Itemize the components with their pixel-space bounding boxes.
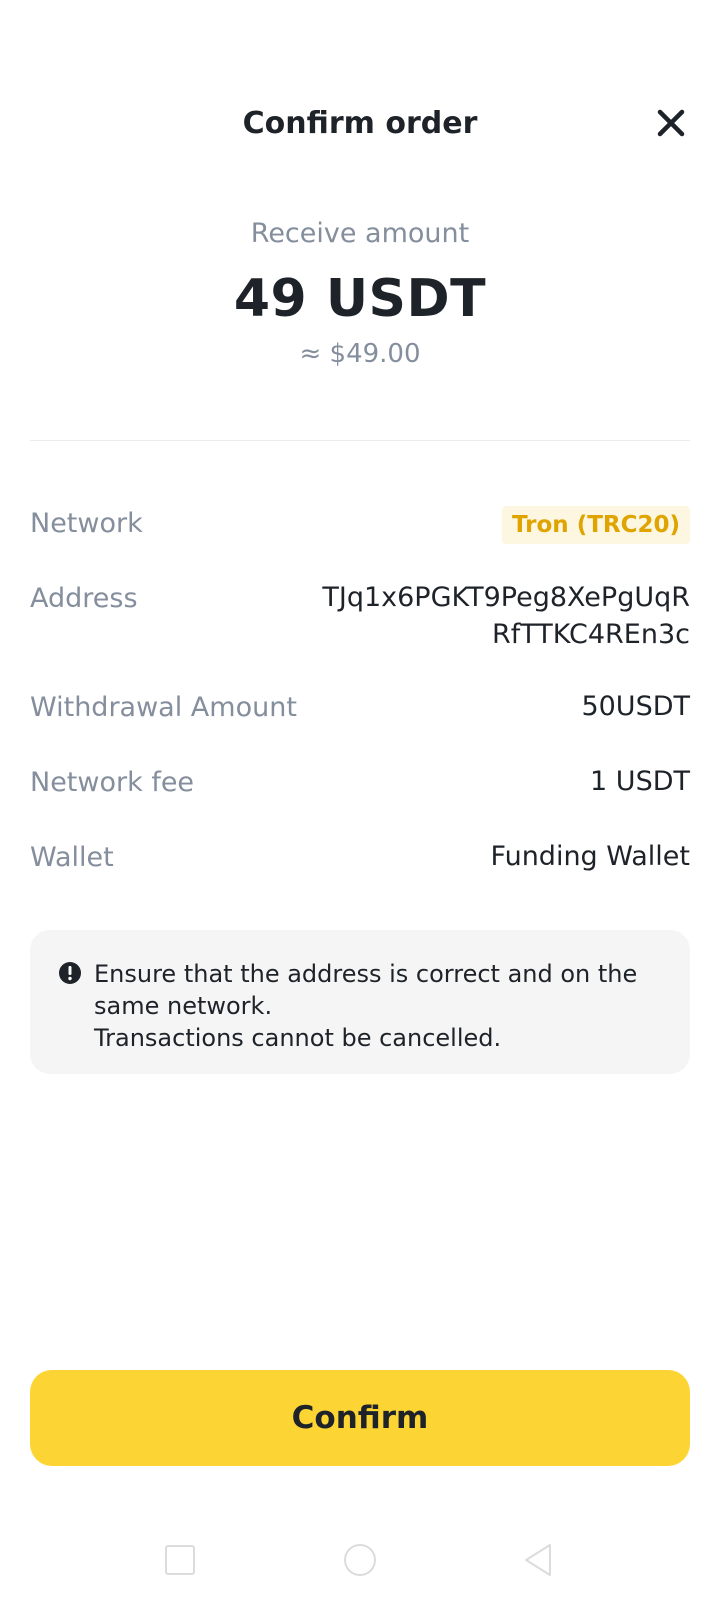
back-triangle-icon <box>525 1544 551 1576</box>
home-button[interactable] <box>340 1540 380 1580</box>
system-nav-bar <box>0 1540 720 1590</box>
address-value: TJq1x6PGKT9Peg8XePgUqRRfTTKC4REn3c <box>322 582 690 650</box>
address-row: Address TJq1x6PGKT9Peg8XePgUqRRfTTKC4REn… <box>30 579 690 653</box>
back-button[interactable] <box>518 1540 558 1580</box>
network-fee-label: Network fee <box>30 767 195 798</box>
receive-amount-value: 49 USDT <box>233 269 487 329</box>
divider <box>30 440 690 441</box>
withdrawal-amount-label: Withdrawal Amount <box>30 692 297 723</box>
header: Confirm order <box>0 96 720 152</box>
withdrawal-amount-row: Withdrawal Amount 50USDT <box>30 688 690 728</box>
receive-fiat-value: ≈ $49.00 <box>299 339 421 369</box>
notice-line-cancel: Transactions cannot be cancelled. <box>94 1024 502 1052</box>
warning-notice: Ensure that the address is correct and o… <box>30 930 690 1074</box>
network-fee-row: Network fee 1 USDT <box>30 763 690 803</box>
confirm-button[interactable]: Confirm <box>30 1370 690 1466</box>
network-row: Network Tron (TRC20) <box>30 504 690 544</box>
withdrawal-amount-value: 50USDT <box>581 691 690 722</box>
network-fee-value: 1 USDT <box>590 766 690 797</box>
home-circle-icon <box>344 1544 376 1576</box>
network-tag: Tron (TRC20) <box>502 506 690 544</box>
recents-square-icon <box>165 1545 195 1575</box>
address-label: Address <box>30 583 138 614</box>
recents-button[interactable] <box>160 1540 200 1580</box>
close-icon <box>657 109 685 137</box>
network-label: Network <box>30 508 143 539</box>
notice-line-address: Ensure that the address is correct and o… <box>94 960 638 1020</box>
page-title: Confirm order <box>242 106 478 141</box>
wallet-row: Wallet Funding Wallet <box>30 838 690 878</box>
order-details: Network Tron (TRC20) Address TJq1x6PGKT9… <box>30 504 690 913</box>
receive-summary: Receive amount 49 USDT ≈ $49.00 <box>0 218 720 369</box>
close-button[interactable] <box>652 104 690 142</box>
wallet-value: Funding Wallet <box>490 841 690 872</box>
receive-amount-label: Receive amount <box>250 218 470 249</box>
warning-icon <box>59 962 81 984</box>
notice-text: Ensure that the address is correct and o… <box>94 958 660 1074</box>
wallet-label: Wallet <box>30 842 114 873</box>
